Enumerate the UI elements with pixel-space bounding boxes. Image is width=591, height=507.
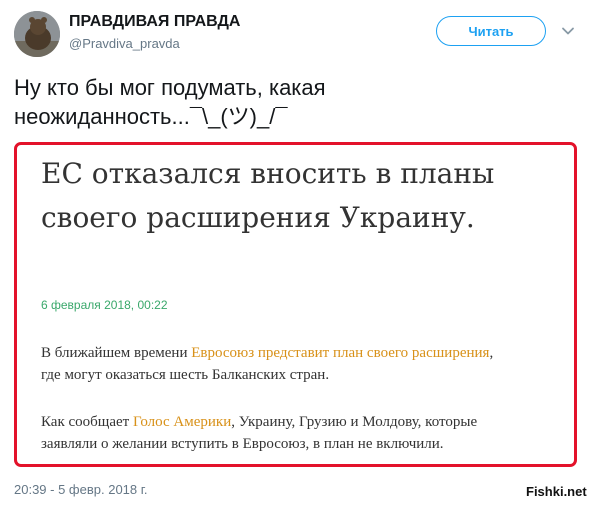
avatar[interactable] — [14, 11, 60, 57]
author-handle[interactable]: @Pravdiva_pravda — [69, 36, 180, 51]
article-text: , — [489, 345, 494, 361]
article-link: Голос Америки — [132, 414, 232, 430]
article-text: В ближайшем времени — [41, 345, 192, 361]
article-paragraph: В ближайшем времени Евросоюз представит … — [41, 342, 493, 386]
article-paragraph: Как сообщает Голос Америки, Украину, Гру… — [41, 411, 477, 455]
tweet-text-line: Ну кто бы мог подумать, какая — [14, 75, 326, 100]
article-headline: ЕС отказался вносить в планы своего расш… — [41, 152, 494, 240]
article-date: 6 февраля 2018, 00:22 — [41, 298, 168, 312]
tweet-timestamp[interactable]: 20:39 - 5 февр. 2018 г. — [14, 482, 148, 497]
article-text: Как сообщает — [41, 414, 133, 430]
article-paragraph-line: В ближайшем времени Евросоюз представит … — [41, 342, 493, 364]
article-paragraph-line: где могут оказаться шесть Балканских стр… — [41, 367, 330, 383]
article-text: , Украину, Грузию и Молдову, которые — [231, 414, 478, 430]
article-paragraph-line: Как сообщает Голос Америки, Украину, Гру… — [41, 411, 477, 433]
article-headline-line: ЕС отказался вносить в планы — [41, 157, 495, 190]
watermark: Fishki.net — [526, 484, 587, 499]
author-name[interactable]: ПРАВДИВАЯ ПРАВДА — [69, 13, 240, 31]
chevron-down-icon[interactable] — [561, 24, 575, 38]
tweet-text: Ну кто бы мог подумать, какая неожиданно… — [14, 73, 574, 131]
tweet-text-line: неожиданность...¯\_(ツ)_/¯ — [14, 104, 288, 129]
article-paragraph-line: заявляли о желании вступить в Евросоюз, … — [41, 436, 444, 452]
article-headline-line: своего расширения Украину. — [41, 201, 475, 234]
tweet-media-image[interactable]: ЕС отказался вносить в планы своего расш… — [14, 142, 577, 467]
follow-button[interactable]: Читать — [436, 16, 546, 46]
article-link: Евросоюз представит план своего расширен… — [191, 345, 490, 361]
